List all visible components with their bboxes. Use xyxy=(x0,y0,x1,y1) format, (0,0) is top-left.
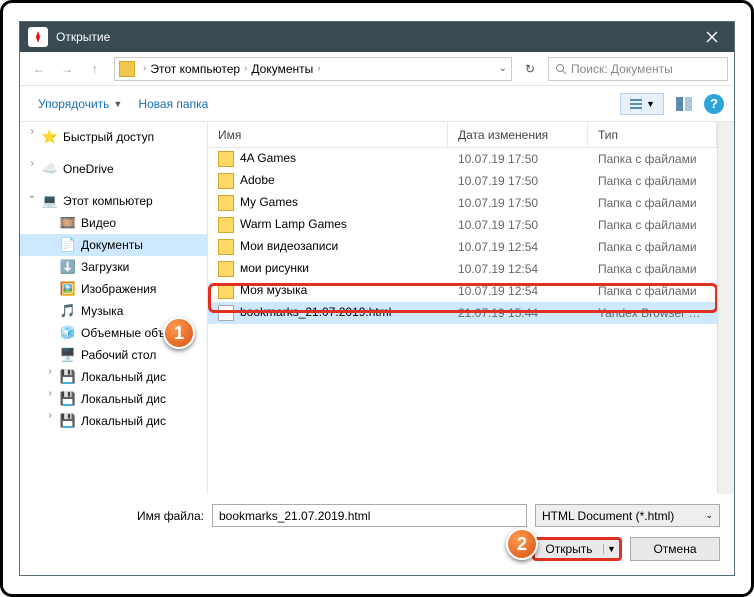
pc-icon: 💻 xyxy=(42,193,58,209)
column-headers: Имя Дата изменения Тип xyxy=(208,122,717,148)
toolbar: Упорядочить▼ Новая папка ▼ ? xyxy=(20,86,734,122)
file-row[interactable]: My Games10.07.19 17:50Папка с файлами xyxy=(208,192,717,214)
file-open-dialog: Открытие ← → ↑ › Этот компьютер › Докуме… xyxy=(19,21,735,576)
annotation-callout-2: 2 xyxy=(506,528,538,560)
folder-icon xyxy=(218,217,234,233)
folder-icon xyxy=(218,239,234,255)
new-folder-button[interactable]: Новая папка xyxy=(130,93,216,115)
file-rows[interactable]: 4A Games10.07.19 17:50Папка с файламиAdo… xyxy=(208,148,717,494)
filename-input[interactable] xyxy=(212,504,527,527)
cloud-icon: ☁️ xyxy=(42,161,58,177)
cube-icon: 🧊 xyxy=(60,325,76,341)
disk-icon: 💾 xyxy=(60,413,76,429)
chevron-right-icon: › xyxy=(244,63,247,74)
filename-label: Имя файла: xyxy=(34,509,204,523)
view-button[interactable]: ▼ xyxy=(620,93,664,115)
yandex-icon xyxy=(28,27,48,47)
file-row[interactable]: Adobe10.07.19 17:50Папка с файлами xyxy=(208,170,717,192)
search-icon xyxy=(555,63,567,75)
music-icon: 🎵 xyxy=(60,303,76,319)
folder-icon xyxy=(218,261,234,277)
organize-button[interactable]: Упорядочить▼ xyxy=(30,93,130,115)
sidebar-documents[interactable]: 📄Документы xyxy=(20,234,207,256)
bottom-panel: Имя файла: HTML Document (*.html)⌄ Откры… xyxy=(20,494,734,575)
sidebar-quick-access[interactable]: ⭐Быстрый доступ xyxy=(20,126,207,148)
cancel-button[interactable]: Отмена xyxy=(630,537,720,561)
desktop-icon: 🖥️ xyxy=(60,347,76,363)
help-button[interactable]: ? xyxy=(704,94,724,114)
sidebar-downloads[interactable]: ⬇️Загрузки xyxy=(20,256,207,278)
document-icon: 📄 xyxy=(60,237,76,253)
open-button[interactable]: Открыть ▼ xyxy=(532,537,622,561)
preview-button[interactable] xyxy=(670,93,698,115)
breadcrumb[interactable]: › Этот компьютер › Документы › ⌄ xyxy=(114,57,512,81)
window-title: Открытие xyxy=(56,30,110,44)
sidebar-onedrive[interactable]: ☁️OneDrive xyxy=(20,158,207,180)
image-icon: 🖼️ xyxy=(60,281,76,297)
up-button[interactable]: ↑ xyxy=(82,56,108,82)
chevron-right-icon: › xyxy=(143,63,146,74)
search-input[interactable]: Поиск: Документы xyxy=(548,57,728,81)
expand-icon[interactable]: › xyxy=(44,388,56,399)
folder-icon xyxy=(218,283,234,299)
folder-icon xyxy=(218,151,234,167)
back-button[interactable]: ← xyxy=(26,56,52,82)
caret-down-icon: ▼ xyxy=(646,99,655,109)
file-row[interactable]: мои рисунки10.07.19 12:54Папка с файлами xyxy=(208,258,717,280)
refresh-button[interactable]: ↻ xyxy=(518,57,542,81)
col-date[interactable]: Дата изменения xyxy=(448,122,588,147)
file-row[interactable]: bookmarks_21.07.2019.html21.07.19 15:44Y… xyxy=(208,302,717,324)
download-icon: ⬇️ xyxy=(60,259,76,275)
breadcrumb-docs[interactable]: Документы xyxy=(251,62,313,76)
file-row[interactable]: 4A Games10.07.19 17:50Папка с файлами xyxy=(208,148,717,170)
file-icon xyxy=(218,305,234,321)
expand-icon[interactable]: › xyxy=(26,126,38,137)
disk-icon: 💾 xyxy=(60,391,76,407)
expand-icon[interactable]: › xyxy=(26,158,38,169)
sidebar-video[interactable]: 🎞️Видео xyxy=(20,212,207,234)
file-row[interactable]: Моя музыка10.07.19 12:54Папка с файлами xyxy=(208,280,717,302)
chevron-right-icon: › xyxy=(317,63,320,74)
close-button[interactable] xyxy=(689,22,734,52)
col-name[interactable]: Имя xyxy=(208,122,448,147)
file-row[interactable]: Warm Lamp Games10.07.19 17:50Папка с фай… xyxy=(208,214,717,236)
folder-icon xyxy=(218,173,234,189)
star-icon: ⭐ xyxy=(42,129,58,145)
file-row[interactable]: Мои видеозаписи10.07.19 12:54Папка с фай… xyxy=(208,236,717,258)
caret-down-icon[interactable]: ▼ xyxy=(603,544,619,554)
caret-down-icon: ⌄ xyxy=(705,510,713,521)
breadcrumb-dropdown[interactable]: ⌄ xyxy=(499,63,507,74)
forward-button[interactable]: → xyxy=(54,56,80,82)
sidebar-images[interactable]: 🖼️Изображения xyxy=(20,278,207,300)
annotation-callout-1: 1 xyxy=(163,317,195,349)
search-placeholder: Поиск: Документы xyxy=(571,62,673,76)
expand-icon[interactable]: › xyxy=(44,410,56,421)
filetype-combo[interactable]: HTML Document (*.html)⌄ xyxy=(535,504,720,527)
folder-icon xyxy=(218,195,234,211)
col-type[interactable]: Тип xyxy=(588,122,717,147)
caret-down-icon: ▼ xyxy=(113,99,122,109)
sidebar-this-pc[interactable]: 💻Этот компьютер xyxy=(20,190,207,212)
breadcrumb-pc[interactable]: Этот компьютер xyxy=(150,62,240,76)
collapse-icon[interactable]: ⌄ xyxy=(26,190,38,201)
file-list: Имя Дата изменения Тип 4A Games10.07.19 … xyxy=(208,122,717,494)
sidebar: › ⭐Быстрый доступ › ☁️OneDrive ⌄ 💻Этот к… xyxy=(20,122,208,494)
main-area: › ⭐Быстрый доступ › ☁️OneDrive ⌄ 💻Этот к… xyxy=(20,122,734,494)
scrollbar[interactable] xyxy=(717,122,734,494)
video-icon: 🎞️ xyxy=(60,215,76,231)
disk-icon: 💾 xyxy=(60,369,76,385)
titlebar: Открытие xyxy=(20,22,734,52)
expand-icon[interactable]: › xyxy=(44,366,56,377)
folder-icon xyxy=(119,61,135,77)
navbar: ← → ↑ › Этот компьютер › Документы › ⌄ ↻… xyxy=(20,52,734,86)
